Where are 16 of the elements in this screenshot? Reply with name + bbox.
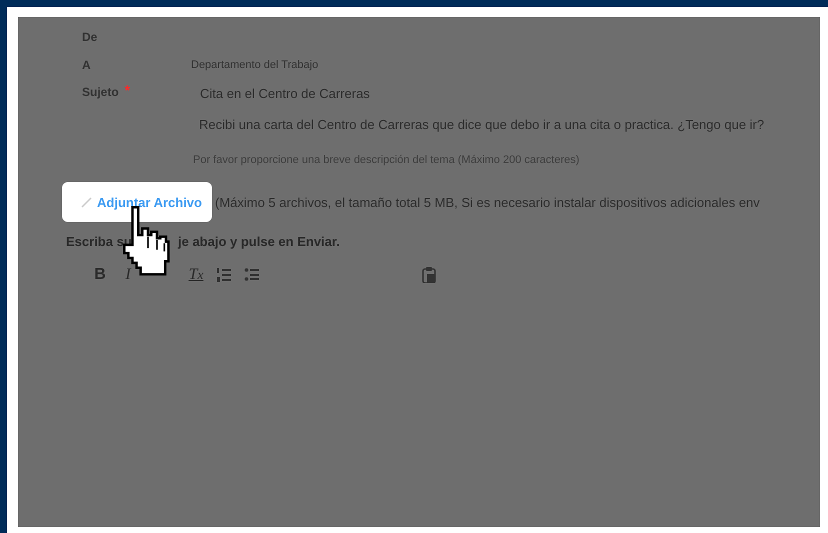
required-mark: * [124,82,130,98]
attach-file-button[interactable]: Adjuntar Archivo [62,182,212,222]
field-value: Departamento del Trabajo [191,59,318,71]
message-text: Recibi una carta del Centro de Carreras que dice que debo ir a una cita o practica. ¿Tengo que ir? [199,117,766,132]
clipboard-icon [422,267,438,283]
pencil-icon [81,196,93,208]
ordered-list-icon [216,267,232,283]
field-label: Sujeto [82,85,119,101]
bullet-list-icon [244,267,260,283]
subject-field[interactable]: Cita en el Centro de Carreras [200,86,370,100]
bold-button[interactable]: B [86,264,114,286]
attachment-limits-text: (Máximo 5 archivos, el tamaño total 5 MB, Si es necesario instalar dispositivos adicionales env [214,194,760,210]
field-label: A [82,58,91,72]
field-label: De [82,30,98,44]
instruction-text: je abajo y pulse en Enviar. [178,234,340,249]
italic-button[interactable]: I [114,264,142,286]
